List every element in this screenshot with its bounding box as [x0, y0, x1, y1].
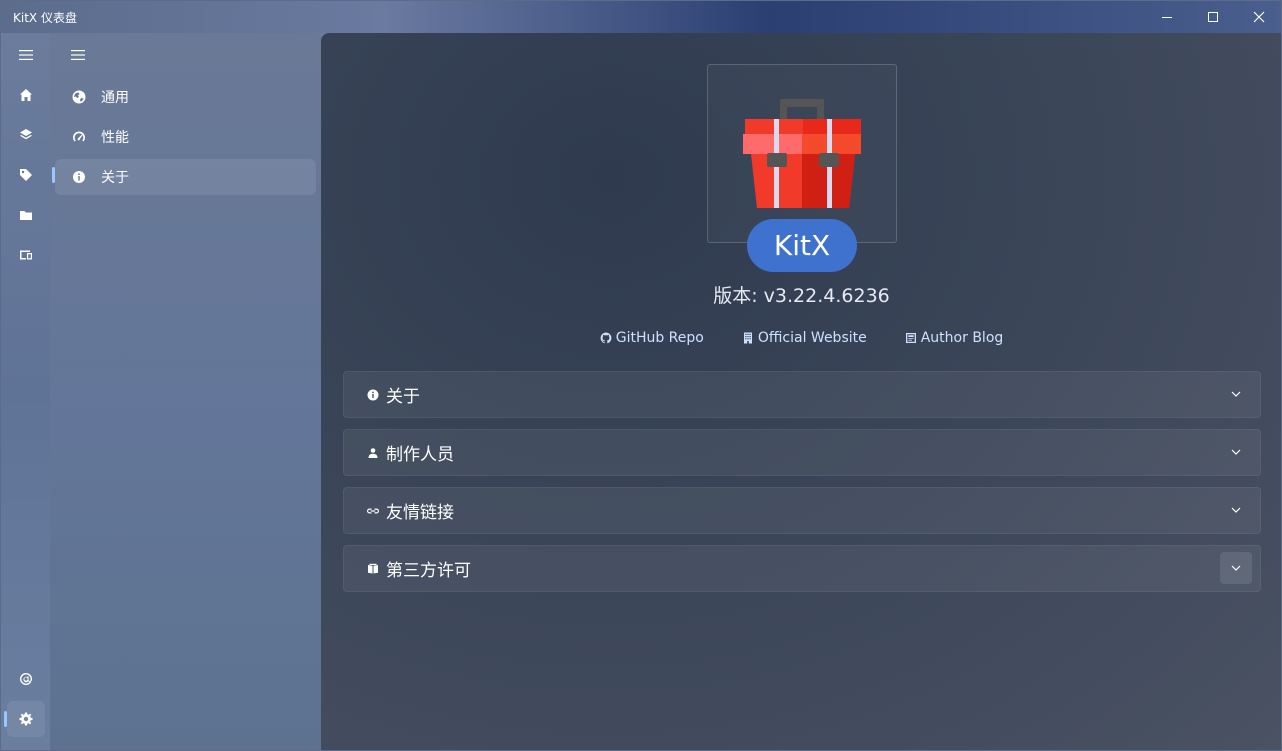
app-logo-frame	[707, 64, 897, 243]
gear-icon	[19, 712, 33, 726]
about-links: GitHub Repo Official Website Author Blog	[321, 330, 1281, 346]
rail-settings-button[interactable]	[7, 701, 45, 737]
official-website-link[interactable]: Official Website	[742, 330, 867, 346]
chevron-down-icon	[1231, 449, 1241, 455]
rail-layers-button[interactable]	[7, 117, 45, 153]
nav-item-general[interactable]: 通用	[55, 79, 316, 115]
nav-item-label: 关于	[101, 170, 129, 186]
speedometer-icon	[71, 129, 87, 145]
about-expander[interactable]: 关于	[343, 371, 1261, 418]
github-icon	[600, 332, 612, 344]
expander-title: 关于	[386, 387, 420, 407]
at-icon	[20, 673, 32, 685]
blog-icon	[905, 333, 916, 343]
nav-item-label: 通用	[101, 90, 129, 106]
layers-icon	[20, 129, 32, 140]
maximize-button[interactable]	[1190, 1, 1236, 33]
chevron-down-icon	[1231, 391, 1241, 397]
rail-tag-button[interactable]	[7, 157, 45, 193]
app-window: KitX 仪表盘 通用 性能 关于 KitX 版本: v3.22.4.6236 …	[0, 0, 1282, 751]
chevron-down-icon	[1231, 565, 1241, 571]
book-icon	[366, 562, 380, 576]
maximize-icon	[1208, 12, 1218, 22]
nav-pane-toggle-button[interactable]	[55, 37, 91, 73]
expander-title: 第三方许可	[386, 561, 471, 581]
link-label: GitHub Repo	[615, 330, 704, 346]
person-icon	[366, 446, 380, 460]
hamburger-icon	[19, 50, 33, 60]
minimize-button[interactable]	[1144, 1, 1190, 33]
rail-devices-button[interactable]	[7, 237, 45, 273]
window-title: KitX 仪表盘	[13, 10, 77, 25]
info-icon	[71, 169, 87, 185]
icon-rail	[1, 33, 50, 750]
hamburger-icon	[71, 47, 85, 63]
version-label: 版本: v3.22.4.6236	[713, 285, 890, 307]
author-blog-link[interactable]: Author Blog	[905, 330, 1004, 346]
link-icon	[366, 504, 380, 518]
folder-icon	[20, 211, 32, 220]
home-icon	[20, 89, 32, 101]
info-icon	[366, 388, 380, 402]
link-label: Author Blog	[920, 330, 1004, 346]
expander-title: 制作人员	[386, 445, 454, 465]
nav-item-performance[interactable]: 性能	[55, 119, 316, 155]
close-button[interactable]	[1236, 1, 1281, 33]
minimize-icon	[1162, 17, 1172, 18]
about-page: KitX 版本: v3.22.4.6236 GitHub Repo Offici…	[321, 33, 1281, 750]
rail-home-button[interactable]	[7, 77, 45, 113]
toolbox-logo-icon	[743, 99, 861, 208]
third-party-licenses-expander[interactable]: 第三方许可	[343, 545, 1261, 592]
link-label: Official Website	[757, 330, 867, 346]
rail-menu-button[interactable]	[7, 37, 45, 73]
expand-toggle[interactable]	[1220, 552, 1252, 584]
expand-toggle[interactable]	[1220, 378, 1252, 410]
friend-links-expander[interactable]: 友情链接	[343, 487, 1261, 534]
expander-title: 友情链接	[386, 503, 454, 523]
expand-toggle[interactable]	[1220, 494, 1252, 526]
globe-icon	[71, 89, 87, 105]
tag-icon	[20, 169, 32, 181]
title-bar[interactable]: KitX 仪表盘	[1, 1, 1281, 33]
rail-folder-button[interactable]	[7, 197, 45, 233]
devices-icon	[20, 250, 32, 260]
close-icon	[1253, 11, 1265, 23]
github-repo-link[interactable]: GitHub Repo	[600, 330, 704, 346]
rail-contact-button[interactable]	[7, 661, 45, 697]
app-name-badge: KitX	[747, 219, 857, 272]
nav-item-label: 性能	[101, 130, 129, 146]
building-icon	[743, 332, 752, 344]
settings-nav-pane: 通用 性能 关于	[50, 33, 321, 750]
expand-toggle[interactable]	[1220, 436, 1252, 468]
chevron-down-icon	[1231, 507, 1241, 513]
credits-expander[interactable]: 制作人员	[343, 429, 1261, 476]
nav-item-about[interactable]: 关于	[55, 159, 316, 195]
